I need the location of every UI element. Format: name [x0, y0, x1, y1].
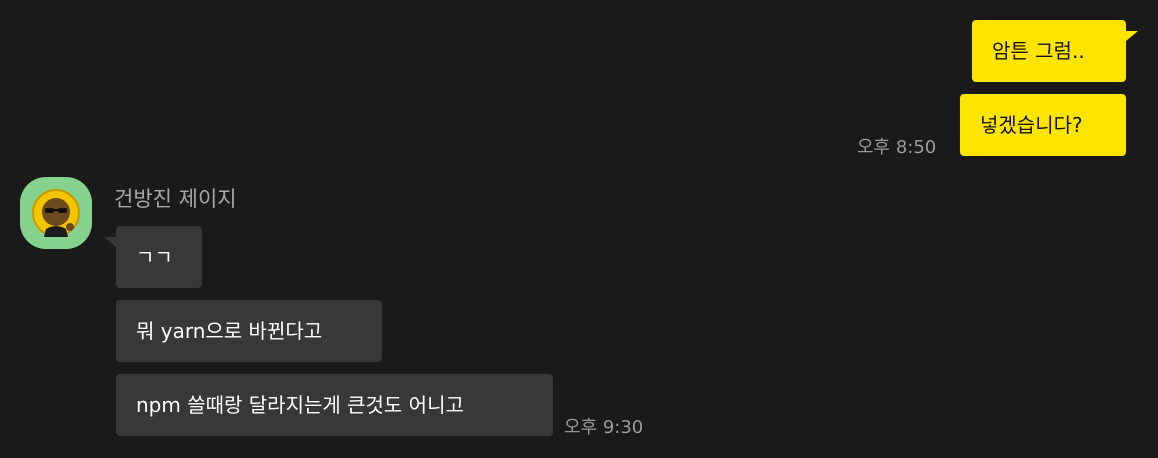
- chat-room: 암튼 그럼.. 오후 8:50 넣겠습니다? 건방진 제이지 ㄱㄱ 뭐 yarn…: [0, 0, 1158, 458]
- outgoing-message-bubble[interactable]: 넣겠습니다?: [960, 94, 1126, 156]
- incoming-message-text: 뭐 yarn으로 바뀐다고: [136, 319, 323, 343]
- outgoing-message-text: 암튼 그럼..: [992, 39, 1085, 63]
- character-avatar-icon: [32, 189, 80, 237]
- sender-name: 건방진 제이지: [114, 187, 237, 211]
- incoming-message-bubble[interactable]: ㄱㄱ: [116, 226, 202, 288]
- outgoing-timestamp: 오후 8:50: [857, 137, 937, 158]
- incoming-bubble-tail: [104, 237, 116, 247]
- incoming-message-bubble[interactable]: npm 쓸때랑 달라지는게 큰것도 어니고: [116, 374, 553, 436]
- incoming-timestamp: 오후 9:30: [564, 417, 644, 438]
- incoming-message-text: ㄱㄱ: [136, 245, 173, 269]
- incoming-message-text: npm 쓸때랑 달라지는게 큰것도 어니고: [136, 393, 464, 417]
- sender-avatar[interactable]: [20, 177, 92, 249]
- incoming-message-bubble[interactable]: 뭐 yarn으로 바뀐다고: [116, 300, 382, 362]
- outgoing-message-bubble[interactable]: 암튼 그럼..: [972, 20, 1126, 82]
- outgoing-bubble-tail: [1126, 31, 1138, 41]
- outgoing-message-text: 넣겠습니다?: [980, 113, 1083, 137]
